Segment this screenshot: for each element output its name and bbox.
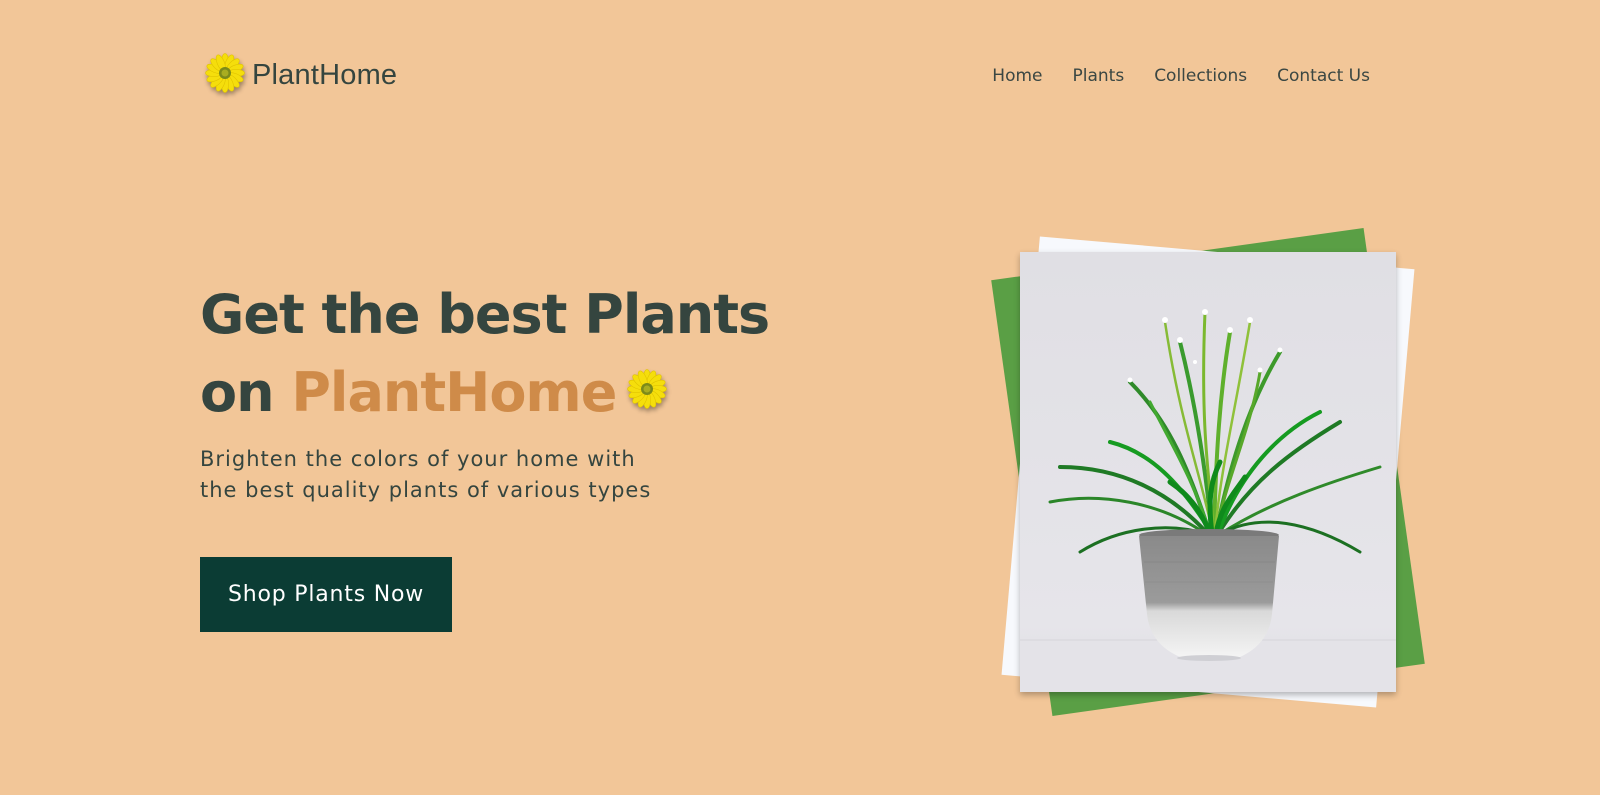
shop-plants-button[interactable]: Shop Plants Now bbox=[200, 557, 452, 632]
brand-name: PlantHome bbox=[252, 58, 398, 91]
nav-collections[interactable]: Collections bbox=[1154, 66, 1247, 86]
daisy-flower-icon bbox=[204, 52, 246, 98]
hero-subtitle-line-2: the best quality plants of various types bbox=[200, 478, 652, 502]
hero-title-line-1: Get the best Plants bbox=[200, 283, 770, 346]
nav-plants[interactable]: Plants bbox=[1072, 66, 1124, 86]
hero-image-stack bbox=[980, 220, 1440, 725]
daisy-flower-icon bbox=[626, 353, 668, 431]
hero-title: Get the best Plants on PlantHome bbox=[200, 276, 770, 435]
hero-title-brand: PlantHome bbox=[291, 361, 617, 424]
nav-contact-us[interactable]: Contact Us bbox=[1277, 66, 1370, 86]
hero-title-prefix: on bbox=[200, 361, 275, 424]
hero-subtitle-line-1: Brighten the colors of your home with bbox=[200, 447, 636, 471]
logo[interactable]: PlantHome bbox=[204, 52, 397, 98]
main-nav: Home Plants Collections Contact Us bbox=[992, 66, 1370, 86]
hero-title-line-2: on PlantHome bbox=[200, 354, 769, 435]
plant-photo bbox=[1020, 252, 1396, 692]
nav-home[interactable]: Home bbox=[992, 66, 1042, 86]
hero-subtitle: Brighten the colors of your home with th… bbox=[200, 444, 700, 506]
